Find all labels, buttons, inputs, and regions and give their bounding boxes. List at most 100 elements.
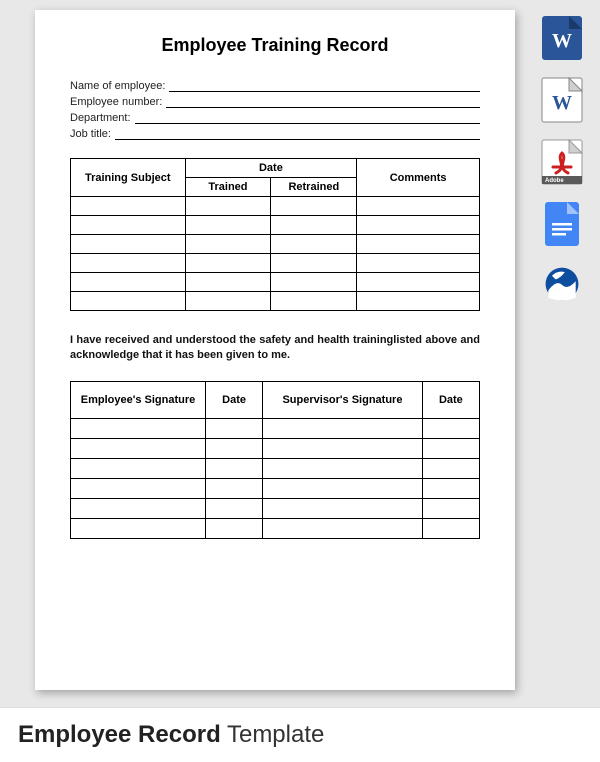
table-cell [422,418,479,438]
footer-bold-text: Employee Record [18,721,221,748]
th-retrained: Retrained [271,178,357,197]
page-title: Employee Training Record [70,35,480,56]
footer-title: Employee Record Template [18,721,324,749]
table-row [71,418,480,438]
table-cell [205,458,262,478]
table-cell [422,478,479,498]
table-cell [422,438,479,458]
table-row [71,478,480,498]
table-row [71,254,480,273]
th-subject: Training Subject [71,159,186,197]
table-cell [263,438,423,458]
table-row [71,438,480,458]
svg-text:Adobe: Adobe [545,178,564,184]
signature-table: Employee's Signature Date Supervisor's S… [70,381,480,539]
table-cell [205,478,262,498]
th-date2: Date [422,381,479,418]
table-cell [205,518,262,538]
table-cell [71,273,186,292]
table-cell [263,418,423,438]
table-cell [271,235,357,254]
table-cell [71,418,206,438]
field-number: Employee number: [70,94,480,108]
google-docs-icon[interactable] [541,201,583,247]
table-cell [185,197,271,216]
format-icon-column: W W Adobe [536,15,588,305]
declaration-text: I have received and understood the safet… [70,333,480,363]
table-row [71,216,480,235]
table-cell [263,518,423,538]
field-department-line [135,110,480,124]
th-emp-sig: Employee's Signature [71,381,206,418]
table-cell [263,498,423,518]
table-cell [263,478,423,498]
table-cell [205,498,262,518]
table-cell [205,418,262,438]
table-cell [357,197,480,216]
field-number-line [166,94,480,108]
word-new-icon[interactable]: W [541,15,583,61]
table-cell [357,235,480,254]
table-cell [71,254,186,273]
th-comments: Comments [357,159,480,197]
table-cell [71,216,186,235]
table-cell [271,254,357,273]
training-table: Training Subject Date Comments Trained R… [70,158,480,311]
table-cell [263,458,423,478]
table-cell [357,292,480,311]
table-cell [71,518,206,538]
signature-table-body [71,418,480,538]
table-row [71,273,480,292]
field-job-title: Job title: [70,126,480,140]
table-cell [71,292,186,311]
field-number-label: Employee number: [70,96,166,108]
field-job-title-label: Job title: [70,128,115,140]
table-cell [357,273,480,292]
field-job-title-line [115,126,480,140]
field-name: Name of employee: [70,78,480,92]
table-cell [205,438,262,458]
table-row [71,197,480,216]
training-table-body [71,197,480,311]
th-trained: Trained [185,178,271,197]
pdf-icon[interactable]: Adobe [541,139,583,185]
field-name-label: Name of employee: [70,80,169,92]
th-sup-sig: Supervisor's Signature [263,381,423,418]
table-cell [71,438,206,458]
table-cell [422,518,479,538]
table-cell [71,235,186,254]
footer-light-text: Template [221,721,325,748]
table-row [71,458,480,478]
table-cell [71,478,206,498]
svg-text:W: W [552,30,572,52]
table-cell [71,498,206,518]
table-cell [357,216,480,235]
table-cell [271,273,357,292]
table-row [71,235,480,254]
table-cell [185,216,271,235]
table-cell [422,498,479,518]
table-cell [271,216,357,235]
table-cell [422,458,479,478]
table-cell [271,292,357,311]
table-cell [185,254,271,273]
table-row [71,292,480,311]
table-cell [185,235,271,254]
table-row [71,498,480,518]
table-cell [357,254,480,273]
th-date: Date [185,159,357,178]
table-cell [185,292,271,311]
table-cell [71,197,186,216]
footer-bar: Employee Record Template [0,707,600,762]
table-cell [71,458,206,478]
table-row [71,518,480,538]
openoffice-icon[interactable] [541,263,583,305]
table-cell [271,197,357,216]
field-department: Department: [70,110,480,124]
table-cell [185,273,271,292]
document-page: Employee Training Record Name of employe… [35,10,515,690]
field-department-label: Department: [70,112,135,124]
th-date1: Date [205,381,262,418]
word-old-icon[interactable]: W [541,77,583,123]
svg-text:W: W [552,92,572,114]
